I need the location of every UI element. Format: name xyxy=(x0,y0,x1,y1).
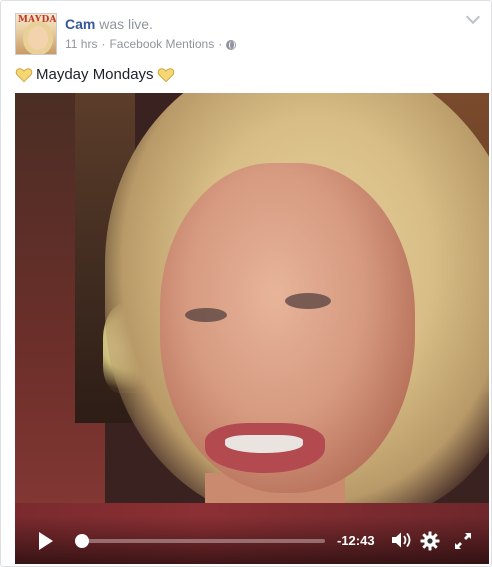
post-header-line: Cam was live. xyxy=(65,15,153,33)
video-frame-teeth xyxy=(225,435,303,453)
post-source-link[interactable]: Facebook Mentions xyxy=(109,37,214,52)
post-timestamp[interactable]: 11 hrs xyxy=(65,37,97,52)
message-text: Mayday Mondays xyxy=(36,66,154,83)
live-video-player[interactable]: -12:43 xyxy=(15,93,489,564)
chevron-down-icon[interactable] xyxy=(465,11,481,27)
facebook-post-card: MAYDAY Cam was live. 11 hrs · Facebook M… xyxy=(0,0,492,567)
avatar[interactable]: MAYDAY xyxy=(15,13,57,55)
avatar-face xyxy=(28,26,48,50)
post-action-text: was live. xyxy=(95,16,153,32)
meta-separator-2: · xyxy=(218,37,223,51)
avatar-logo-text: MAYDAY xyxy=(18,15,57,25)
progress-scrubber-handle[interactable] xyxy=(75,534,89,548)
volume-icon[interactable] xyxy=(390,530,414,550)
post-message: Mayday Mondays xyxy=(15,65,175,85)
play-icon[interactable] xyxy=(39,532,53,550)
gear-icon[interactable] xyxy=(420,531,440,551)
meta-separator: · xyxy=(101,37,106,51)
fullscreen-icon[interactable] xyxy=(453,531,473,551)
yellow-heart-icon xyxy=(157,68,174,83)
yellow-heart-icon xyxy=(15,68,33,83)
remaining-time: -12:43 xyxy=(337,533,375,548)
globe-icon[interactable] xyxy=(226,39,237,50)
post-meta: 11 hrs · Facebook Mentions · xyxy=(65,37,237,52)
video-frame-eye-right xyxy=(285,293,331,309)
author-name-link[interactable]: Cam xyxy=(65,16,95,32)
progress-bar[interactable] xyxy=(77,539,325,543)
video-controls-bar: -12:43 xyxy=(15,516,489,564)
video-frame-eye-left xyxy=(185,308,227,322)
